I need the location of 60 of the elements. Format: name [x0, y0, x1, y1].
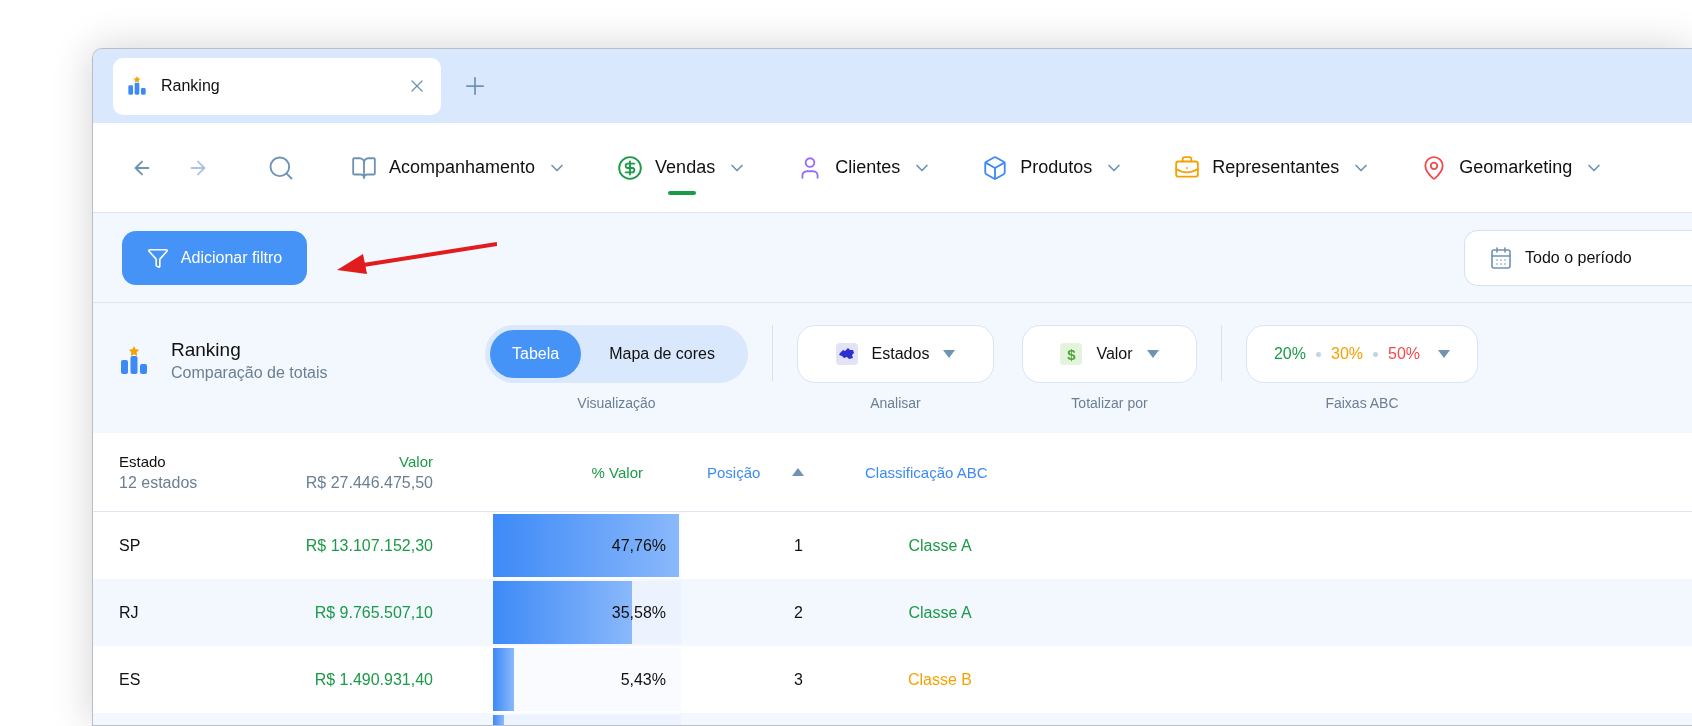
caret-icon	[1146, 350, 1159, 358]
date-range-button[interactable]: Todo o período	[1464, 229, 1692, 286]
nav-menu-item[interactable]: Vendas	[617, 140, 748, 195]
control-caption: Visualização	[577, 395, 656, 411]
band-percent: 30%	[1331, 345, 1363, 363]
report-subtitle: Comparação de totais	[171, 364, 328, 382]
nav-menu-item[interactable]: Clientes	[797, 140, 933, 195]
band-percent: 50%	[1388, 345, 1421, 363]
column-header[interactable]: Posição	[707, 463, 761, 481]
total-by-dropdown[interactable]: $ Valor	[1022, 325, 1197, 383]
briefcase-icon	[1174, 154, 1201, 181]
separator-dot	[1373, 351, 1378, 357]
caret-icon	[943, 350, 956, 358]
map-icon	[835, 343, 858, 365]
table-cell-text: RJ	[119, 603, 140, 622]
band-percent: 20%	[1273, 345, 1306, 363]
table-cell-text: 1	[793, 536, 804, 555]
table-cell-text: R$ 1.490.931,40	[313, 670, 433, 689]
class-label: Classe B	[907, 670, 973, 689]
column-summary: 12 estados	[119, 473, 199, 492]
ranking-icon	[119, 345, 149, 376]
report-title: Ranking	[171, 339, 242, 361]
class-label: Classe A	[907, 603, 973, 622]
class-label: Classe A	[907, 536, 973, 555]
tab-title: Ranking	[161, 77, 221, 95]
ranking-icon	[127, 76, 147, 96]
abc-bands-dropdown[interactable]: 20% 30% 50%	[1246, 325, 1478, 383]
book-icon	[351, 154, 377, 181]
control-caption: Totalizar por	[1071, 395, 1148, 411]
column-header: Valor	[398, 452, 433, 470]
nav-menu-item[interactable]: Geomarketing	[1421, 140, 1605, 195]
control-caption: Faixas ABC	[1325, 395, 1399, 411]
browser-tab[interactable]: Ranking	[113, 57, 441, 115]
column-header: % Valor	[590, 463, 643, 481]
nav-menu-item[interactable]: Acompanhamento	[351, 140, 568, 195]
box-icon	[982, 154, 1009, 181]
nav-menu-item[interactable]: Representantes	[1174, 140, 1372, 195]
table-cell-text: 3	[793, 670, 804, 689]
table-cell-text: 47,76%	[610, 536, 666, 555]
table-cell-text: 5,43%	[619, 670, 666, 689]
sort-icon[interactable]	[792, 468, 805, 476]
caret-icon	[1438, 350, 1451, 358]
table-cell-text: R$ 13.107.152,30	[304, 536, 433, 555]
analyze-dropdown[interactable]: Estados	[797, 325, 994, 383]
separator-dot	[1316, 351, 1321, 357]
table-cell-text: 2	[793, 603, 804, 622]
control-caption: Analisar	[870, 395, 921, 411]
table-cell-text: SP	[119, 536, 142, 555]
filter-icon	[146, 246, 169, 269]
nav-menu-item[interactable]: Produtos	[982, 140, 1125, 195]
dollar-icon	[617, 154, 644, 181]
table-cell-text: R$ 9.765.507,10	[313, 603, 433, 622]
table-cell-text: 35,58%	[610, 603, 666, 622]
calendar-icon	[1489, 245, 1513, 270]
dollar-icon: $	[1060, 343, 1083, 365]
view-option[interactable]: Mapa de cores	[581, 330, 743, 378]
column-summary: R$ 27.446.475,50	[304, 473, 433, 492]
table-cell-text: ES	[119, 670, 142, 689]
column-header: Classificação ABC	[865, 463, 989, 481]
column-header: Estado	[119, 452, 167, 470]
